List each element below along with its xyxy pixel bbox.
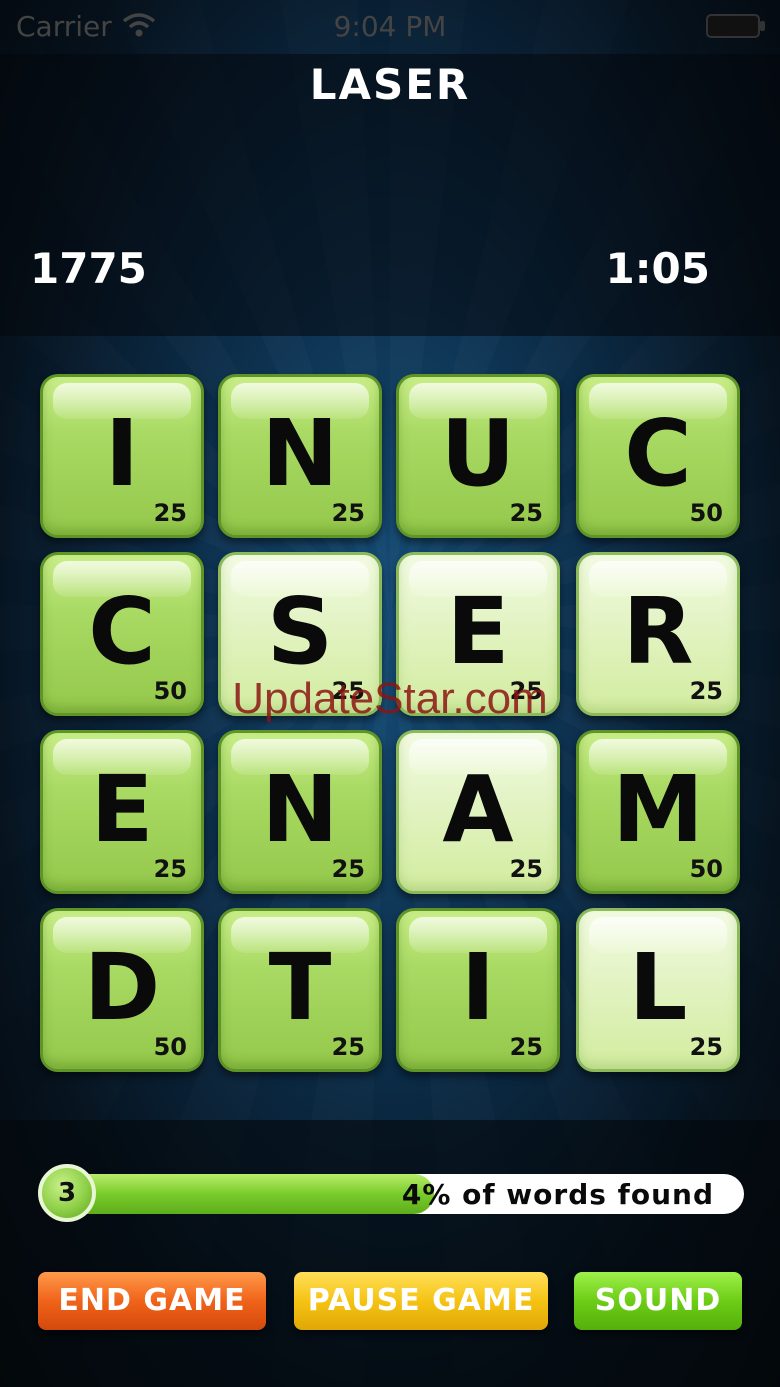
letter-tile[interactable]: A 25 xyxy=(396,730,560,894)
tile-letter: U xyxy=(440,400,516,507)
tile-letter: I xyxy=(104,400,140,507)
tile-letter: N xyxy=(261,756,339,863)
pause-game-button[interactable]: PAUSE GAME xyxy=(294,1272,548,1330)
letter-tile[interactable]: I 25 xyxy=(40,374,204,538)
tile-letter: I xyxy=(460,934,496,1041)
tile-letter: D xyxy=(83,934,161,1041)
game-footer: 4% of words found 3 END GAME PAUSE GAME … xyxy=(0,1120,780,1387)
words-found-count-badge: 3 xyxy=(38,1164,96,1222)
tile-points: 25 xyxy=(509,855,543,883)
tile-points: 25 xyxy=(331,677,365,705)
tile-letter: C xyxy=(88,578,156,685)
game-header: LASER 1775 1:05 xyxy=(0,54,780,336)
sound-button[interactable]: SOUND xyxy=(574,1272,742,1330)
tile-letter: R xyxy=(622,578,694,685)
tile-points: 25 xyxy=(509,1033,543,1061)
letter-tile[interactable]: L 25 xyxy=(576,908,740,1072)
tile-points: 50 xyxy=(689,499,723,527)
letter-tile[interactable]: N 25 xyxy=(218,374,382,538)
tile-points: 50 xyxy=(153,1033,187,1061)
letter-tile[interactable]: R 25 xyxy=(576,552,740,716)
timer: 1:05 xyxy=(605,244,710,293)
tile-points: 25 xyxy=(153,499,187,527)
letter-tile[interactable]: M 50 xyxy=(576,730,740,894)
tile-points: 50 xyxy=(153,677,187,705)
letter-tile[interactable]: U 25 xyxy=(396,374,560,538)
game-screen: Carrier 9:04 PM LASER 1775 1:05 I 25 N 2… xyxy=(0,0,780,1387)
letter-tile[interactable]: C 50 xyxy=(40,552,204,716)
tile-letter: M xyxy=(612,756,704,863)
current-word: LASER xyxy=(309,60,471,109)
progress-fill xyxy=(40,1174,435,1214)
letter-tile[interactable]: C 50 xyxy=(576,374,740,538)
tile-points: 50 xyxy=(689,855,723,883)
tile-points: 25 xyxy=(153,855,187,883)
tile-letter: N xyxy=(261,400,339,507)
letter-tile[interactable]: E 25 xyxy=(40,730,204,894)
words-found-progress-bar: 4% of words found xyxy=(40,1174,744,1214)
letter-tile[interactable]: E 25 xyxy=(396,552,560,716)
tile-points: 25 xyxy=(331,499,365,527)
tile-points: 25 xyxy=(509,499,543,527)
tile-points: 25 xyxy=(509,677,543,705)
end-game-button[interactable]: END GAME xyxy=(38,1272,266,1330)
letter-tile[interactable]: D 50 xyxy=(40,908,204,1072)
letter-tile[interactable]: S 25 xyxy=(218,552,382,716)
letter-tile[interactable]: T 25 xyxy=(218,908,382,1072)
tile-letter: A xyxy=(442,756,514,863)
status-bar: Carrier 9:04 PM xyxy=(0,0,780,54)
tile-points: 25 xyxy=(331,1033,365,1061)
tile-points: 25 xyxy=(689,1033,723,1061)
score: 1775 xyxy=(30,244,147,293)
tile-letter: L xyxy=(628,934,688,1041)
letter-board: I 25 N 25 U 25 C 50 C 50 S 25 E 25 R 25 xyxy=(0,336,780,1120)
tile-letter: T xyxy=(268,934,332,1041)
letter-tile[interactable]: N 25 xyxy=(218,730,382,894)
progress-text: 4% of words found xyxy=(401,1178,714,1211)
tile-points: 25 xyxy=(331,855,365,883)
tile-letter: E xyxy=(90,756,154,863)
tile-letter: S xyxy=(266,578,334,685)
battery-icon xyxy=(706,14,765,38)
status-clock: 9:04 PM xyxy=(333,10,447,43)
letter-tile[interactable]: I 25 xyxy=(396,908,560,1072)
tile-letter: E xyxy=(446,578,510,685)
tile-letter: C xyxy=(624,400,692,507)
tile-points: 25 xyxy=(689,677,723,705)
